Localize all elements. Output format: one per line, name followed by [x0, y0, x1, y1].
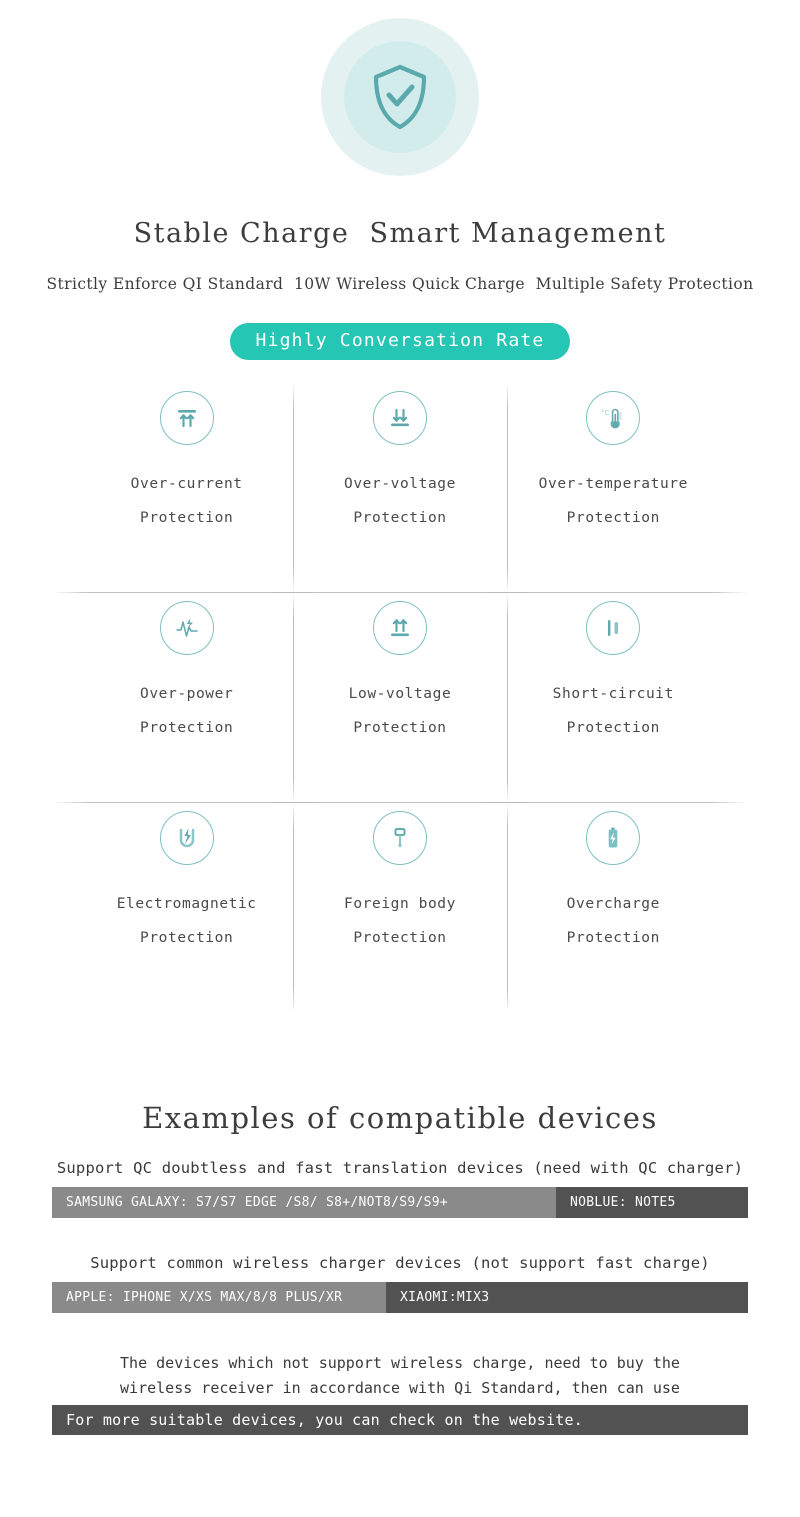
feature-sublabel: Protection [140, 510, 234, 526]
feature-label: Low-voltage [348, 686, 452, 702]
feature-sublabel: Protection [566, 930, 660, 946]
device-cell-samsung: SAMSUNG GALAXY: S7/S7 EDGE /S8/ S8+/NOT8… [52, 1187, 556, 1218]
feature-label: Overcharge [566, 896, 660, 912]
hero-outer-circle [321, 18, 479, 176]
feature-cell-over-power: Over-power Protection [51, 593, 322, 803]
device-cell-noblue: NOBLUE: NOTE5 [556, 1187, 748, 1218]
feature-sublabel: Protection [566, 510, 660, 526]
feature-label: Over-power [140, 686, 234, 702]
feature-sublabel: Protection [566, 720, 660, 736]
feature-label: Over-temperature [538, 476, 688, 492]
hero-section [0, 0, 800, 176]
battery-charge-icon [586, 811, 641, 865]
feature-sublabel: Protection [140, 930, 234, 946]
device-list-row-common: APPLE: IPHONE X/XS MAX/8/8 PLUS/XR XIAOM… [52, 1282, 748, 1313]
feature-sublabel: Protection [140, 720, 234, 736]
device-list-row-qc: SAMSUNG GALAXY: S7/S7 EDGE /S8/ S8+/NOT8… [52, 1187, 748, 1218]
shield-check-icon [373, 64, 427, 130]
feature-cell-overcharge: Overcharge Protection [506, 803, 720, 1013]
low-voltage-icon [372, 601, 427, 655]
hero-inner-circle [344, 41, 456, 153]
short-circuit-icon [586, 601, 641, 655]
section-title-compatible-devices: Examples of compatible devices [142, 1101, 658, 1135]
thermometer-icon: °C [586, 391, 641, 445]
receiver-note-line-2: wireless receiver in accordance with Qi … [120, 1379, 680, 1397]
feature-label: Over-voltage [344, 476, 456, 492]
feature-label: Over-current [130, 476, 243, 492]
feature-label: Electromagnetic [116, 896, 257, 912]
receiver-note-line-1: The devices which not support wireless c… [120, 1354, 680, 1372]
feature-cell-short-circuit: Short-circuit Protection [478, 593, 749, 803]
page-subtitle: Strictly Enforce QI Standard 10W Wireles… [46, 275, 754, 293]
svg-text:°C: °C [601, 409, 610, 417]
website-note-bar: For more suitable devices, you can check… [52, 1405, 748, 1435]
feature-label: Foreign body [344, 896, 456, 912]
over-voltage-icon [372, 391, 427, 445]
over-current-icon [159, 391, 214, 445]
device-cell-xiaomi: XIAOMI:MIX3 [386, 1282, 748, 1313]
feature-cell-over-current: Over-current Protection [51, 383, 322, 593]
over-power-icon [159, 601, 214, 655]
feature-cell-electromagnetic: Electromagnetic Protection [80, 803, 293, 1013]
compat-subtitle-qc: Support QC doubtless and fast translatio… [56, 1159, 744, 1177]
feature-sublabel: Protection [353, 510, 447, 526]
feature-sublabel: Protection [353, 930, 447, 946]
feature-sublabel: Protection [353, 720, 447, 736]
page-title: Stable Charge Smart Management [133, 218, 667, 249]
compat-subtitle-common: Support common wireless charger devices … [90, 1254, 710, 1272]
protection-feature-grid: Over-current Protection Over-voltage Pro… [51, 383, 749, 1013]
key-icon [372, 811, 427, 865]
magnet-icon [159, 811, 214, 865]
feature-cell-low-voltage: Low-voltage Protection [265, 593, 536, 803]
feature-cell-over-temperature: °C Over-temperature Protection [478, 383, 749, 593]
feature-label: Short-circuit [552, 686, 674, 702]
feature-cell-foreign-body: Foreign body Protection [293, 803, 506, 1013]
feature-cell-over-voltage: Over-voltage Protection [265, 383, 536, 593]
device-cell-apple: APPLE: IPHONE X/XS MAX/8/8 PLUS/XR [52, 1282, 386, 1313]
status-badge: Highly Conversation Rate [229, 323, 571, 360]
